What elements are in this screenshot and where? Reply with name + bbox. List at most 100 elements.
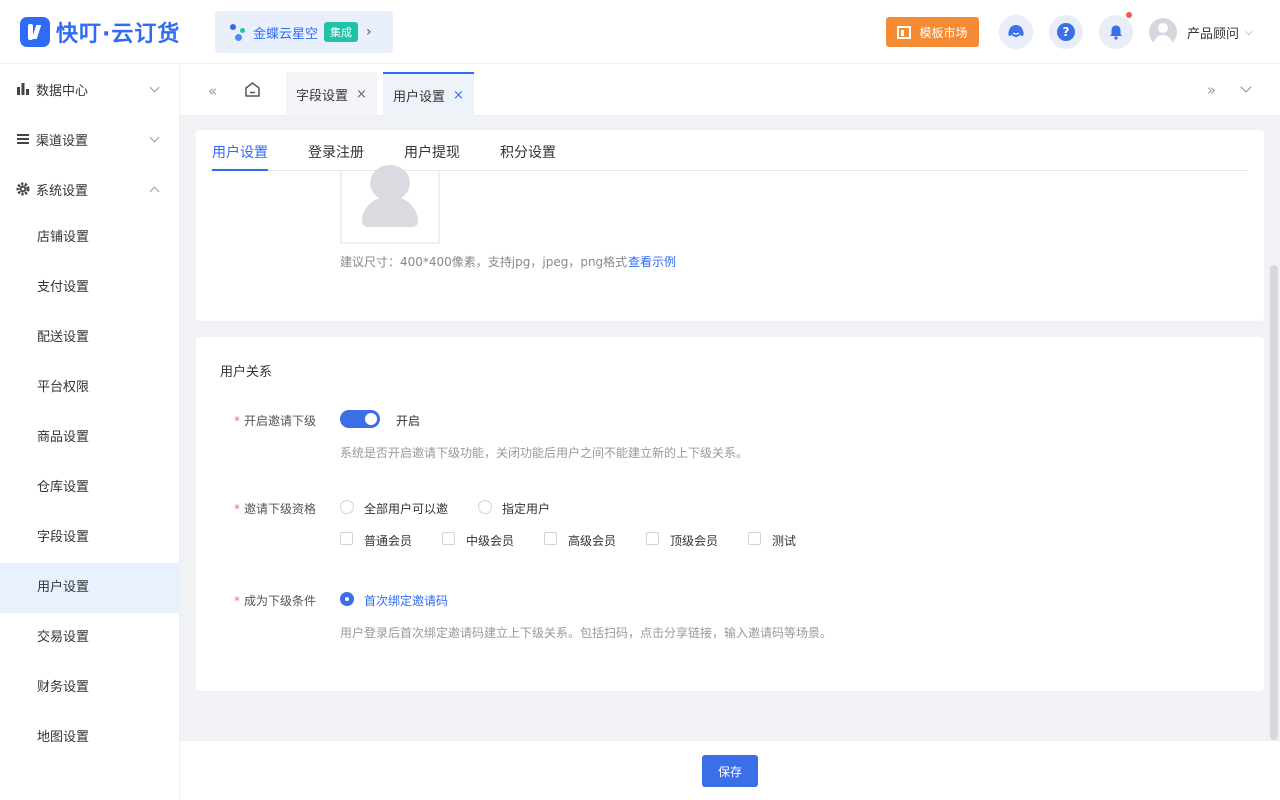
avatar-size-hint: 建议尺寸：400*400像素，支持jpg，jpeg，png格式 — [340, 255, 628, 269]
notification-dot — [1126, 12, 1132, 18]
required-mark: * — [233, 594, 240, 608]
chevron-down-icon: ⌵ — [1245, 26, 1253, 38]
chevron-down-icon[interactable] — [1240, 81, 1252, 93]
save-button[interactable]: 保存 — [702, 755, 758, 787]
settings-tabs: 用户设置 登录注册 用户提现 积分设置 — [212, 130, 1248, 171]
checkbox-label: 普通会员 — [364, 534, 413, 548]
checkbox-level-test[interactable] — [748, 532, 761, 545]
cloud-dots-icon — [229, 22, 249, 42]
qualification-label: * 邀请下级资格 — [196, 500, 316, 517]
app-logo[interactable]: 快叮·云订货 — [20, 16, 180, 48]
logo-icon — [20, 17, 50, 47]
user-name: 产品顾问 — [1187, 26, 1240, 42]
content-scrollbar[interactable] — [1270, 265, 1278, 740]
gear-icon — [16, 182, 30, 196]
checkbox-level-top[interactable] — [646, 532, 659, 545]
condition-label: * 成为下级条件 — [196, 592, 316, 609]
close-icon[interactable]: × — [453, 88, 464, 103]
radio-all-users[interactable] — [340, 500, 354, 514]
bell-icon — [1110, 25, 1122, 40]
invite-switch-label: * 开启邀请下级 — [196, 412, 316, 429]
field-label-text: 邀请下级资格 — [243, 502, 316, 516]
sidebar-item-users[interactable]: 用户设置 — [0, 563, 179, 613]
sidebar-item-store[interactable]: 店铺设置 — [0, 213, 179, 263]
avatar-placeholder-icon — [370, 165, 410, 201]
home-icon[interactable] — [244, 81, 261, 98]
top-header: 快叮·云订货 金蝶云星空 集成 › 模板市场 ? 产品顾问 ⌵ — [0, 0, 1280, 64]
template-market-button[interactable]: 模板市场 — [886, 17, 979, 47]
user-menu[interactable]: 产品顾问 ⌵ — [1149, 18, 1253, 46]
tab-user-settings[interactable]: 用户设置 × — [383, 72, 474, 116]
sidebar-item-trade[interactable]: 交易设置 — [0, 613, 179, 663]
sidebar: 数据中心 渠道设置 系统设置 店铺设置 支付设置 配送设置 平台权限 商品设置 … — [0, 64, 180, 800]
sidebar-group-channel[interactable]: 渠道设置 — [0, 114, 179, 164]
avatar — [1149, 18, 1177, 46]
view-example-link[interactable]: 查看示例 — [628, 253, 676, 270]
checkbox-label: 中级会员 — [466, 534, 515, 548]
integration-label: 金蝶云星空 — [253, 26, 319, 42]
integration-badge: 集成 — [324, 22, 359, 42]
checkbox-label: 测试 — [772, 534, 797, 548]
section-title: 用户关系 — [220, 365, 273, 380]
radio-specified-users[interactable] — [478, 500, 492, 514]
help-button[interactable]: ? — [1049, 15, 1083, 49]
sidebar-item-products[interactable]: 商品设置 — [0, 413, 179, 463]
checkbox-label: 高级会员 — [568, 534, 617, 548]
tab-label: 字段设置 — [296, 88, 349, 104]
tab-user-withdraw[interactable]: 用户提现 — [404, 142, 460, 171]
sidebar-item-fields[interactable]: 字段设置 — [0, 513, 179, 563]
customer-service-button[interactable] — [999, 15, 1033, 49]
checkbox-label: 顶级会员 — [670, 534, 719, 548]
tab-user-settings[interactable]: 用户设置 — [212, 142, 268, 171]
radio-first-bind-code[interactable] — [340, 592, 354, 606]
avatar-placeholder-body — [362, 197, 418, 227]
scroll-left-icon[interactable]: « — [208, 82, 217, 100]
radio-label: 首次绑定邀请码 — [364, 594, 449, 608]
sidebar-item-warehouse[interactable]: 仓库设置 — [0, 463, 179, 513]
default-avatar-upload[interactable] — [340, 165, 440, 244]
radio-label: 指定用户 — [502, 502, 551, 516]
chevron-up-icon — [149, 186, 160, 197]
list-icon — [17, 134, 29, 144]
close-icon[interactable]: × — [356, 87, 367, 102]
notification-button[interactable] — [1099, 12, 1133, 49]
required-mark: * — [233, 414, 240, 428]
invite-description: 系统是否开启邀请下级功能，关闭功能后用户之间不能建立新的上下级关系。 — [340, 446, 749, 460]
sidebar-item-map[interactable]: 地图设置 — [0, 713, 179, 763]
help-icon: ? — [1057, 23, 1075, 41]
sidebar-group-label: 数据中心 — [36, 83, 89, 99]
checkbox-level-regular[interactable] — [340, 532, 353, 545]
invite-toggle[interactable] — [340, 410, 380, 428]
app-name: 快叮·云订货 — [56, 22, 181, 47]
sidebar-group-data-center[interactable]: 数据中心 — [0, 64, 179, 114]
footer-bar: 保存 — [180, 740, 1280, 800]
sidebar-group-label: 渠道设置 — [36, 133, 89, 149]
template-market-label: 模板市场 — [919, 25, 968, 40]
layout-icon — [897, 25, 912, 39]
tab-login-register[interactable]: 登录注册 — [308, 142, 364, 171]
tab-points-settings[interactable]: 积分设置 — [500, 142, 556, 171]
radio-label: 全部用户可以邀 — [364, 502, 449, 516]
sidebar-item-finance[interactable]: 财务设置 — [0, 663, 179, 713]
user-relation-card: 用户关系 * 开启邀请下级 开启 系统是否开启邀请下级功能，关闭功能后用户之间不能… — [196, 337, 1264, 691]
scroll-right-icon[interactable]: » — [1207, 81, 1216, 99]
checkbox-level-intermediate[interactable] — [442, 532, 455, 545]
chevron-down-icon — [149, 132, 160, 143]
sidebar-item-payment[interactable]: 支付设置 — [0, 263, 179, 313]
tab-field-settings[interactable]: 字段设置 × — [286, 72, 377, 116]
sidebar-item-delivery[interactable]: 配送设置 — [0, 313, 179, 363]
sidebar-group-system[interactable]: 系统设置 — [0, 164, 179, 214]
tab-label: 用户设置 — [393, 89, 446, 105]
chevron-right-icon: › — [366, 24, 372, 40]
sidebar-group-label: 系统设置 — [36, 183, 89, 199]
checkbox-level-senior[interactable] — [544, 532, 557, 545]
chevron-down-icon — [149, 82, 160, 93]
invite-toggle-status: 开启 — [396, 414, 421, 428]
required-mark: * — [233, 502, 240, 516]
bar-chart-icon — [17, 83, 29, 95]
avatar-settings-card: 用户设置 登录注册 用户提现 积分设置 建议尺寸：400*400像素，支持jpg… — [196, 130, 1264, 321]
integration-entry[interactable]: 金蝶云星空 集成 › — [215, 11, 393, 53]
page-tab-bar: « 字段设置 × 用户设置 × » — [180, 64, 1280, 116]
sidebar-item-permissions[interactable]: 平台权限 — [0, 363, 179, 413]
field-label-text: 开启邀请下级 — [243, 414, 316, 428]
